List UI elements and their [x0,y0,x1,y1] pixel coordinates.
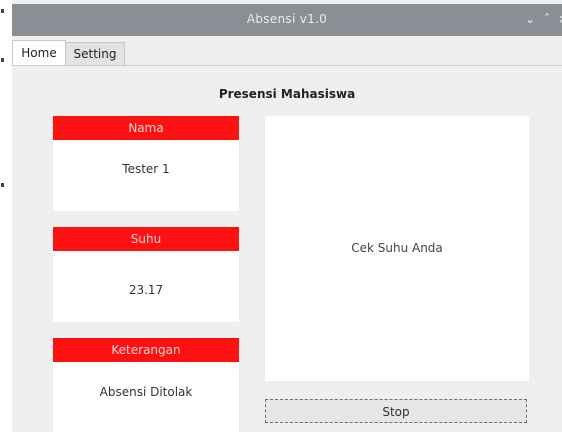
keterangan-box: Keterangan Absensi Ditolak [53,338,239,432]
suhu-box: Suhu 23.17 [53,227,239,322]
stop-button[interactable]: Stop [265,399,527,423]
page-title: Presensi Mahasiswa [218,87,356,101]
app-window: Absensi v1.0 ⌄ ˆ × Home Setting Presensi… [12,0,562,432]
nama-label: Nama [53,116,239,140]
desktop-marker [1,183,4,187]
home-page: Presensi Mahasiswa Nama Tester 1 Suhu 23… [12,66,562,432]
screen: Absensi v1.0 ⌄ ˆ × Home Setting Presensi… [0,0,562,432]
tab-bar: Home Setting [12,36,562,66]
background-desktop-strip [0,0,12,432]
keterangan-label: Keterangan [53,338,239,362]
maximize-icon[interactable]: ˆ [540,11,554,27]
panel-message: Cek Suhu Anda [351,241,443,255]
nama-value: Tester 1 [122,162,170,176]
close-icon[interactable]: × [556,11,562,27]
desktop-marker [1,58,4,62]
tab-home[interactable]: Home [12,40,66,65]
title-bar[interactable]: Absensi v1.0 ⌄ ˆ × [12,4,562,36]
keterangan-value: Absensi Ditolak [99,385,193,399]
desktop-marker [1,9,4,13]
status-panel: Cek Suhu Anda [265,116,529,381]
nama-box: Nama Tester 1 [53,116,239,211]
minimize-icon[interactable]: ⌄ [523,11,537,27]
window-title: Absensi v1.0 [246,12,328,26]
suhu-label: Suhu [53,227,239,251]
suhu-value: 23.17 [128,283,164,297]
tab-setting[interactable]: Setting [65,42,125,65]
